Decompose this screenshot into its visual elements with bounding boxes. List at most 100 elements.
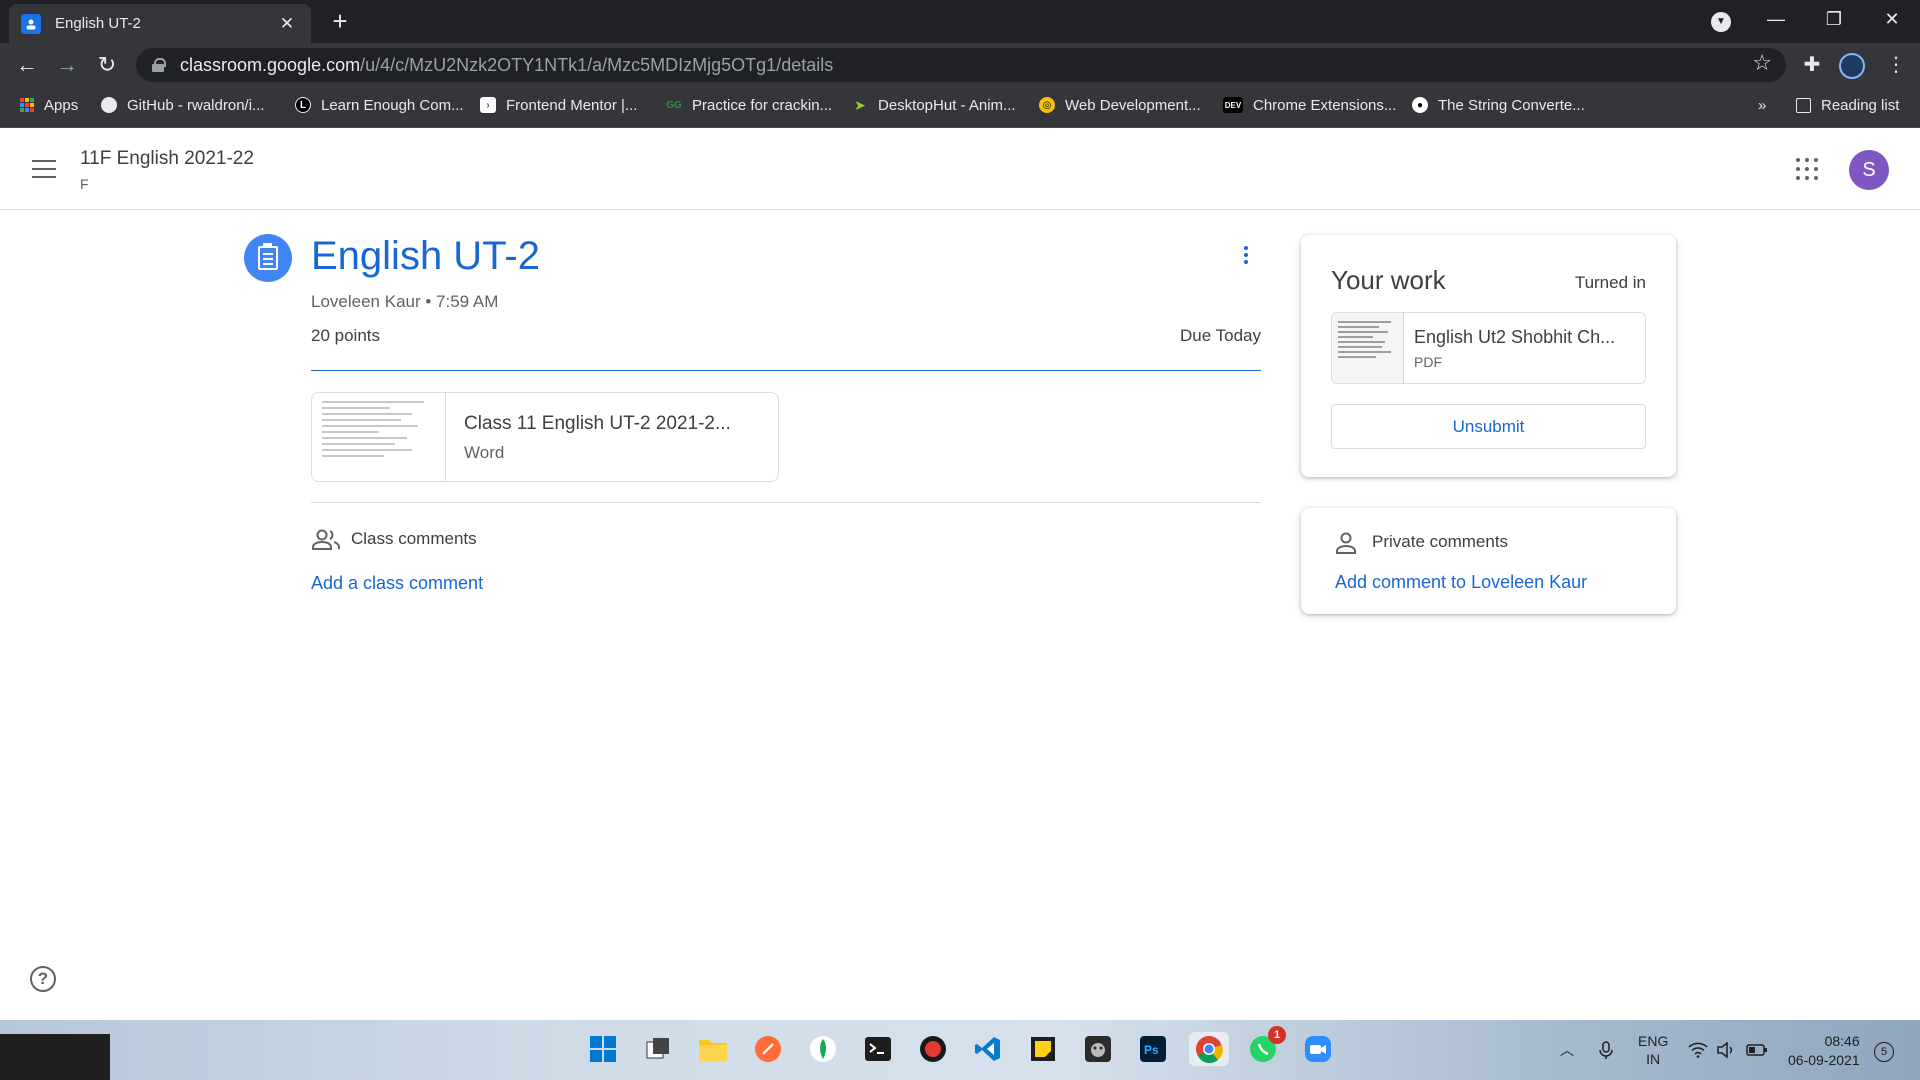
bookmark-github[interactable]: GitHub - rwaldron/i... (101, 86, 265, 124)
classroom-favicon-icon (21, 13, 41, 34)
language-code: ENG (1638, 1033, 1669, 1049)
photoshop-icon[interactable]: Ps (1136, 1032, 1170, 1066)
bookmark-string-converter[interactable]: ● The String Converte... (1412, 86, 1585, 124)
taskbar-dark-region (0, 1034, 110, 1080)
whatsapp-badge: 1 (1268, 1026, 1286, 1044)
volume-icon[interactable] (1716, 1020, 1736, 1080)
show-hidden-icons-icon[interactable]: ︿ (1560, 1020, 1574, 1080)
bookmark-label: Learn Enough Com... (321, 96, 464, 114)
bookmark-chrome-extensions[interactable]: DEV Chrome Extensions... (1223, 86, 1396, 124)
assignment-points: 20 points (311, 326, 380, 345)
language-region: IN (1646, 1051, 1661, 1067)
bookmark-label: Frontend Mentor |... (506, 96, 638, 114)
bookmark-learn-enough[interactable]: L Learn Enough Com... (295, 86, 464, 124)
overflow-label: » (1758, 96, 1767, 114)
add-class-comment-link[interactable]: Add a class comment (311, 573, 483, 594)
reload-button[interactable]: ↻ (90, 48, 124, 82)
battery-icon[interactable] (1746, 1020, 1768, 1080)
bookmark-label: Apps (44, 96, 79, 114)
lock-icon (152, 58, 166, 72)
help-icon[interactable]: ? (30, 966, 56, 992)
submitted-file-name: English Ut2 Shobhit Ch... (1414, 327, 1616, 347)
vscode-icon[interactable] (971, 1032, 1005, 1066)
google-apps-icon[interactable] (1796, 158, 1818, 180)
bookmark-label: Web Development... (1065, 96, 1201, 114)
class-comments-label: Class comments (351, 529, 477, 548)
file-explorer-icon[interactable] (696, 1032, 730, 1066)
bookmark-label: Chrome Extensions... (1253, 96, 1397, 114)
postman-icon[interactable] (751, 1032, 785, 1066)
classroom-header: 11F English 2021-22 F S (0, 128, 1920, 210)
terminal-icon[interactable] (861, 1032, 895, 1066)
bookmark-apps[interactable]: Apps (20, 86, 78, 124)
assignment-due: Due Today (1180, 326, 1261, 345)
submission-status: Turned in (1574, 273, 1646, 292)
system-clock[interactable]: 08:46 06-09-2021 (1788, 1032, 1860, 1070)
divider (311, 370, 1261, 371)
wifi-icon[interactable] (1688, 1020, 1708, 1080)
brave-browser-icon[interactable] (916, 1032, 950, 1066)
dev-icon: DEV (1223, 97, 1243, 113)
gfg-icon: GG (666, 99, 682, 111)
microphone-icon[interactable] (1596, 1020, 1616, 1080)
minimize-button[interactable]: — (1748, 0, 1804, 40)
task-view-icon[interactable] (641, 1032, 675, 1066)
bookmark-web-development[interactable]: ◎ Web Development... (1039, 86, 1201, 124)
restore-button[interactable]: ❐ (1806, 0, 1862, 40)
more-options-icon[interactable] (1238, 246, 1254, 274)
reading-list-button[interactable]: Reading list (1796, 86, 1899, 124)
tab-search-icon[interactable]: ▼ (1711, 12, 1731, 32)
learn-enough-icon: L (295, 97, 311, 113)
unsubmit-button[interactable]: Unsubmit (1331, 404, 1646, 449)
chrome-menu-icon[interactable]: ⋮ (1880, 49, 1912, 81)
assignment-icon (244, 234, 292, 282)
tab-close-icon[interactable]: ✕ (275, 14, 299, 34)
bookmarks-overflow-button[interactable]: » (1758, 86, 1766, 124)
bookmark-label: GitHub - rwaldron/i... (127, 96, 265, 114)
tab-title: English UT-2 (55, 15, 141, 32)
attachment-card[interactable]: Class 11 English UT-2 2021-2... Word (311, 392, 779, 482)
whatsapp-icon[interactable]: 1 (1246, 1026, 1286, 1066)
bookmark-frontend-mentor[interactable]: › Frontend Mentor |... (480, 86, 637, 124)
forward-button[interactable]: → (50, 48, 84, 82)
new-tab-button[interactable]: + (324, 6, 356, 38)
private-comments-label: Private comments (1372, 532, 1509, 551)
divider (311, 502, 1261, 503)
extensions-puzzle-icon[interactable]: ✚ (1796, 49, 1828, 81)
bookmark-label: The String Converte... (1438, 96, 1585, 114)
browser-tab-strip: English UT-2 ✕ + ▼ — ❐ ✕ (0, 0, 1920, 43)
bookmark-desktophut[interactable]: ➤ DesktopHut - Anim... (852, 86, 1016, 124)
bookmark-label: DesktopHut - Anim... (878, 96, 1016, 114)
class-title[interactable]: 11F English 2021-22 (80, 148, 254, 170)
account-avatar[interactable]: S (1849, 150, 1889, 190)
browser-tab-active[interactable]: English UT-2 ✕ (9, 4, 311, 43)
string-converter-icon: ● (1412, 97, 1428, 113)
zoom-icon[interactable] (1301, 1032, 1335, 1066)
main-menu-icon[interactable] (32, 160, 56, 178)
language-indicator[interactable]: ENG IN (1638, 1032, 1668, 1068)
mongodb-compass-icon[interactable] (806, 1032, 840, 1066)
close-window-button[interactable]: ✕ (1864, 0, 1920, 40)
apps-grid-icon (20, 98, 34, 112)
chrome-icon[interactable] (1189, 1032, 1229, 1066)
assignment-meta: Loveleen Kaur • 7:59 AM (311, 292, 499, 311)
your-work-card: Your work Turned in English Ut2 Shobhit … (1301, 235, 1676, 477)
bookmarks-bar: Apps GitHub - rwaldron/i... L Learn Enou… (0, 86, 1920, 128)
profile-avatar[interactable] (1839, 53, 1865, 79)
add-private-comment-link[interactable]: Add comment to Loveleen Kaur (1335, 572, 1587, 593)
submitted-file-card[interactable]: English Ut2 Shobhit Ch... PDF (1331, 312, 1646, 384)
back-button[interactable]: ← (10, 48, 44, 82)
sticky-notes-icon[interactable] (1026, 1032, 1060, 1066)
clock-time: 08:46 (1824, 1033, 1860, 1049)
bookmark-gfg[interactable]: GG Practice for crackin... (666, 86, 832, 124)
attachment-name: Class 11 English UT-2 2021-2... (464, 413, 731, 434)
reading-list-icon (1796, 97, 1811, 113)
clock-date: 06-09-2021 (1788, 1052, 1860, 1068)
bookmark-star-icon[interactable]: ☆ (1752, 50, 1772, 76)
web-dev-icon: ◎ (1039, 97, 1055, 113)
windows-start-icon[interactable] (586, 1032, 620, 1066)
class-section: F (80, 176, 89, 192)
notification-count-badge[interactable]: 5 (1874, 1042, 1894, 1062)
address-bar[interactable]: classroom.google.com/u/4/c/MzU2Nzk2OTY1N… (136, 48, 1786, 82)
gimp-icon[interactable] (1081, 1032, 1115, 1066)
